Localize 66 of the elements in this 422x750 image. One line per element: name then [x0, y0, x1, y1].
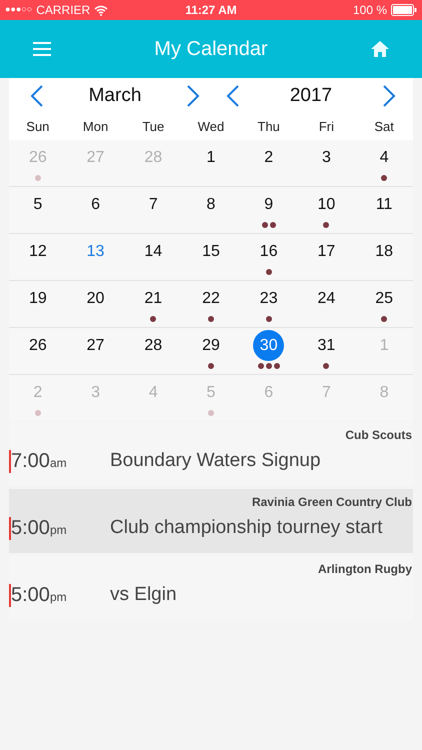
- day-number[interactable]: 14: [138, 236, 169, 267]
- battery-percent: 100 %: [352, 2, 387, 19]
- day-number[interactable]: 3: [310, 142, 342, 173]
- day-number[interactable]: 7: [138, 189, 169, 220]
- day-number[interactable]: 18: [368, 236, 400, 267]
- menu-icon[interactable]: [32, 41, 52, 57]
- weekday-label: Fri: [318, 118, 335, 136]
- weekday-label: Thu: [256, 118, 281, 136]
- day-number[interactable]: 2: [253, 142, 284, 173]
- next-month-button[interactable]: [186, 84, 200, 108]
- event-group: Cub Scouts: [345, 426, 413, 444]
- day-number[interactable]: 5: [22, 189, 54, 220]
- day-number[interactable]: 30: [253, 330, 284, 361]
- weekday-label: Mon: [82, 118, 110, 136]
- time-marker: [9, 450, 11, 472]
- day-number[interactable]: 28: [138, 330, 169, 361]
- day-number[interactable]: 9: [253, 189, 284, 220]
- weekday-label: Sun: [25, 118, 50, 136]
- day-number[interactable]: 29: [195, 330, 226, 361]
- day-number[interactable]: 24: [310, 283, 342, 314]
- day-number[interactable]: 21: [138, 283, 169, 314]
- day-number[interactable]: 26: [22, 330, 54, 361]
- day-number[interactable]: 15: [195, 236, 226, 267]
- time-marker: [9, 584, 11, 606]
- event-time: 7:00am: [11, 449, 68, 474]
- day-number[interactable]: 20: [80, 283, 112, 314]
- carrier-name: CARRIER: [36, 2, 90, 19]
- day-number[interactable]: 25: [368, 283, 400, 314]
- day-number[interactable]: 27: [80, 330, 112, 361]
- event-time: 5:00pm: [11, 516, 68, 541]
- day-number[interactable]: 6: [80, 189, 112, 220]
- event-title: Club championship tourney start: [110, 516, 382, 540]
- event-item[interactable]: Ravinia Green Country Club 5:00pm Club championship tourney start: [9, 489, 413, 553]
- day-number[interactable]: 13: [80, 236, 112, 267]
- event-time: 5:00pm: [11, 583, 68, 608]
- event-title: vs Elgin: [110, 582, 177, 607]
- battery-icon: [391, 4, 417, 16]
- day-number[interactable]: 31: [310, 330, 342, 361]
- weekday-label: Tue: [141, 118, 166, 136]
- next-year-button[interactable]: [382, 84, 396, 108]
- weekday-label: Sat: [373, 118, 395, 136]
- time-marker: [9, 516, 11, 540]
- day-number[interactable]: 12: [22, 236, 54, 267]
- day-number[interactable]: 23: [253, 283, 284, 314]
- signal-strength: ●●●○○: [5, 3, 32, 16]
- previous-year-button[interactable]: [226, 84, 240, 108]
- month-label: March: [88, 84, 142, 108]
- clock: 11:27 AM: [185, 2, 237, 19]
- day-number[interactable]: 8: [195, 189, 226, 220]
- day-number[interactable]: 19: [22, 283, 54, 314]
- year-label: 2017: [290, 84, 332, 108]
- event-group: Arlington Rugby: [318, 560, 413, 578]
- day-number[interactable]: 4: [368, 142, 400, 173]
- day-number[interactable]: 22: [195, 283, 226, 314]
- day-number[interactable]: 10: [310, 189, 342, 220]
- day-number[interactable]: 17: [310, 236, 342, 267]
- wifi-icon: [94, 4, 108, 16]
- day-number[interactable]: 1: [195, 142, 226, 173]
- event-group: Ravinia Green Country Club: [252, 493, 413, 511]
- home-icon[interactable]: [370, 40, 390, 58]
- day-number[interactable]: 11: [368, 189, 400, 220]
- weekday-label: Wed: [196, 118, 226, 136]
- event-title: Boundary Waters Signup: [110, 448, 321, 473]
- header-title: My Calendar: [154, 37, 268, 62]
- day-number[interactable]: 16: [253, 236, 284, 267]
- previous-month-button[interactable]: [30, 84, 44, 108]
